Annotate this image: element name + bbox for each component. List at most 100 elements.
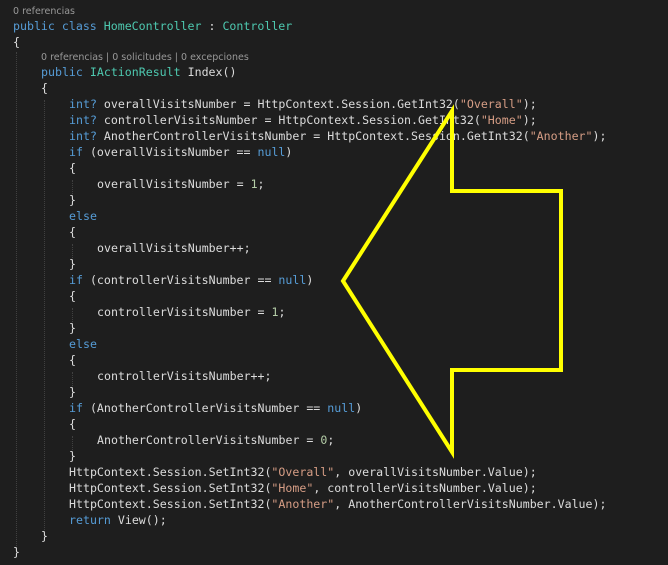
code-line[interactable]: int? overallVisitsNumber = HttpContext.S…: [69, 96, 537, 112]
code-line[interactable]: {: [41, 80, 48, 96]
code-editor[interactable]: 0 referencias 0 referencias | 0 solicitu…: [0, 0, 668, 565]
code-line[interactable]: {: [69, 416, 76, 432]
codelens-class-references[interactable]: 0 referencias: [13, 6, 75, 18]
brace: }: [69, 321, 76, 335]
brace: {: [69, 417, 76, 431]
code-line[interactable]: if (controllerVisitsNumber == null): [69, 272, 313, 288]
keyword: class: [61, 19, 97, 33]
code-line[interactable]: if (overallVisitsNumber == null): [69, 144, 292, 160]
code-line[interactable]: public class HomeController : Controller: [13, 18, 292, 34]
code-line[interactable]: }: [13, 544, 20, 560]
code-line[interactable]: }: [69, 320, 76, 336]
string-literal: "Overall": [271, 465, 335, 479]
code-text: ): [285, 145, 293, 159]
code-text: ;: [257, 177, 265, 191]
code-text: ): [355, 401, 363, 415]
indent-guide: [44, 100, 45, 532]
code-text: HttpContext.Session.SetInt32(: [69, 497, 272, 511]
code-line[interactable]: HttpContext.Session.SetInt32("Home", con…: [69, 480, 537, 496]
left-arrow-shape: [340, 104, 563, 459]
code-text: View();: [110, 513, 167, 527]
code-text: overallVisitsNumber++;: [97, 241, 251, 255]
keyword: int?: [69, 113, 97, 127]
code-text: );: [522, 97, 537, 111]
code-line[interactable]: }: [41, 528, 48, 544]
brace: {: [69, 289, 76, 303]
code-line[interactable]: {: [69, 224, 76, 240]
keyword: null: [257, 145, 286, 159]
code-text: ): [306, 273, 314, 287]
code-line[interactable]: int? controllerVisitsNumber = HttpContex…: [69, 112, 537, 128]
brace: {: [69, 161, 76, 175]
code-text: controllerVisitsNumber =: [97, 305, 272, 319]
brace: }: [13, 545, 20, 559]
code-text: (overallVisitsNumber ==: [82, 145, 258, 159]
code-line[interactable]: overallVisitsNumber = 1;: [97, 176, 265, 192]
code-line[interactable]: {: [69, 352, 76, 368]
code-text: (AnotherControllerVisitsNumber ==: [82, 401, 328, 415]
code-line[interactable]: else: [69, 208, 97, 224]
code-line[interactable]: HttpContext.Session.SetInt32("Overall", …: [69, 464, 537, 480]
string-literal: "Another": [271, 497, 335, 511]
code-line[interactable]: public IActionResult Index(): [41, 64, 236, 80]
brace: }: [69, 257, 76, 271]
brace: {: [13, 35, 20, 49]
brace: }: [69, 449, 76, 463]
code-text: ;: [327, 433, 335, 447]
code-text: AnotherControllerVisitsNumber = HttpCont…: [96, 129, 530, 143]
code-text: overallVisitsNumber = HttpContext.Sessio…: [96, 97, 460, 111]
keyword: if: [69, 401, 83, 415]
code-text: , overallVisitsNumber.Value);: [334, 465, 537, 479]
code-line[interactable]: }: [69, 256, 76, 272]
code-line[interactable]: }: [69, 384, 76, 400]
code-line[interactable]: }: [69, 192, 76, 208]
keyword: if: [69, 273, 83, 287]
brace: }: [69, 193, 76, 207]
code-line[interactable]: controllerVisitsNumber = 1;: [97, 304, 285, 320]
brace: {: [69, 353, 76, 367]
number-literal: 1: [271, 305, 279, 319]
code-text: :: [201, 19, 223, 33]
code-text: );: [522, 113, 537, 127]
number-literal: 1: [250, 177, 258, 191]
keyword: return: [69, 513, 111, 527]
code-line[interactable]: controllerVisitsNumber++;: [97, 368, 272, 384]
keyword: public: [13, 19, 55, 33]
code-line[interactable]: HttpContext.Session.SetInt32("Another", …: [69, 496, 606, 512]
code-text: ;: [278, 305, 286, 319]
code-text: controllerVisitsNumber = HttpContext.Ses…: [96, 113, 481, 127]
indent-guide: [16, 52, 17, 548]
type-name: Controller: [222, 19, 293, 33]
string-literal: "Overall": [459, 97, 523, 111]
code-line[interactable]: {: [13, 34, 20, 50]
keyword: if: [69, 145, 83, 159]
code-text: AnotherControllerVisitsNumber =: [97, 433, 321, 447]
code-line[interactable]: }: [69, 448, 76, 464]
code-text: , AnotherControllerVisitsNumber.Value);: [334, 497, 607, 511]
keyword: else: [69, 337, 97, 351]
string-literal: "Another": [529, 129, 593, 143]
code-text: Index(): [180, 65, 237, 79]
code-line[interactable]: int? AnotherControllerVisitsNumber = Htt…: [69, 128, 606, 144]
code-text: (controllerVisitsNumber ==: [82, 273, 279, 287]
code-line[interactable]: else: [69, 336, 97, 352]
brace: {: [69, 225, 76, 239]
code-line[interactable]: if (AnotherControllerVisitsNumber == nul…: [69, 400, 362, 416]
brace: }: [41, 529, 48, 543]
code-line[interactable]: {: [69, 288, 76, 304]
codelens-method-info[interactable]: 0 referencias | 0 solicitudes | 0 excepc…: [41, 52, 249, 64]
code-text: HttpContext.Session.SetInt32(: [69, 481, 272, 495]
code-text: , controllerVisitsNumber.Value);: [313, 481, 537, 495]
code-line[interactable]: return View();: [69, 512, 167, 528]
code-text: controllerVisitsNumber++;: [97, 369, 272, 383]
code-text: overallVisitsNumber =: [97, 177, 251, 191]
keyword: else: [69, 209, 97, 223]
keyword: null: [278, 273, 307, 287]
code-line[interactable]: {: [69, 160, 76, 176]
code-line[interactable]: overallVisitsNumber++;: [97, 240, 251, 256]
keyword: int?: [69, 97, 97, 111]
brace: {: [41, 81, 48, 95]
code-text: HttpContext.Session.SetInt32(: [69, 465, 272, 479]
code-line[interactable]: AnotherControllerVisitsNumber = 0;: [97, 432, 334, 448]
keyword: null: [327, 401, 356, 415]
